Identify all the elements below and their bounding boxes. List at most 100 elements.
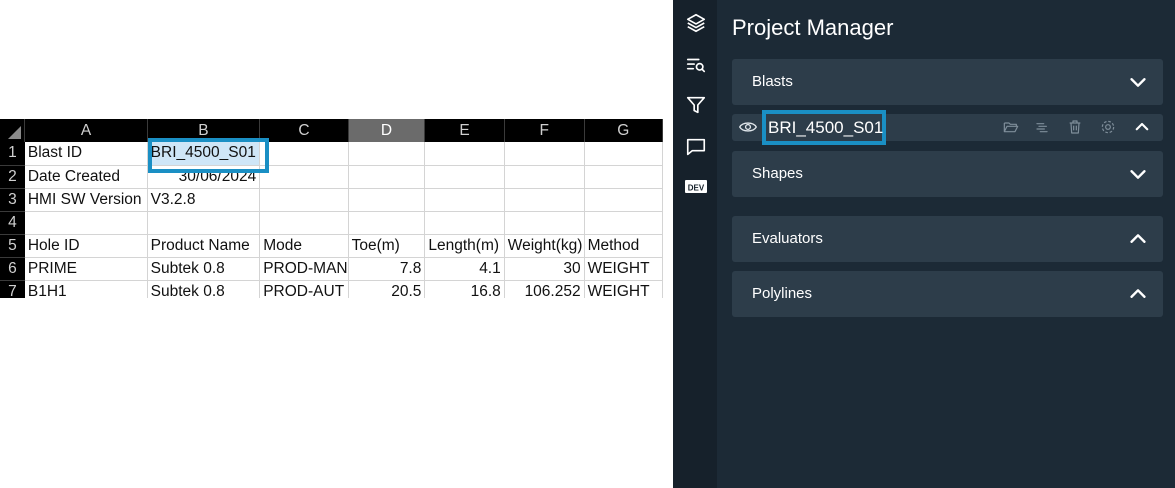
cell[interactable]: [584, 142, 663, 166]
cell[interactable]: 30: [504, 257, 585, 281]
page-title: Project Manager: [732, 15, 894, 40]
chevron-up-icon[interactable]: [1127, 283, 1149, 305]
cell[interactable]: [424, 188, 505, 212]
cell[interactable]: 16.8: [424, 280, 505, 298]
row-header[interactable]: 7: [0, 280, 25, 298]
column-header-a[interactable]: A: [24, 119, 148, 142]
column-header-f[interactable]: F: [504, 119, 585, 142]
cell[interactable]: 20.5: [348, 280, 426, 298]
dev-icon[interactable]: DEV: [684, 175, 708, 199]
row-header[interactable]: 1: [0, 142, 25, 166]
blast-name[interactable]: BRI_4500_S01: [762, 110, 886, 145]
folder-open-icon[interactable]: [1003, 119, 1019, 135]
column-header-c[interactable]: C: [259, 119, 349, 142]
cell[interactable]: [348, 211, 426, 235]
table-row: 1 Blast ID BRI_4500_S01: [0, 142, 663, 166]
cell[interactable]: Subtek 0.8: [147, 257, 261, 281]
cell[interactable]: HMI SW Version: [24, 188, 148, 212]
cell[interactable]: [348, 165, 426, 189]
column-header-d[interactable]: D: [348, 119, 426, 142]
cell[interactable]: [504, 211, 585, 235]
cell[interactable]: B1H1: [24, 280, 148, 298]
section-polylines[interactable]: Polylines: [732, 271, 1163, 317]
column-header-b[interactable]: B: [147, 119, 261, 142]
cell[interactable]: Mode: [259, 234, 349, 258]
cell[interactable]: Blast ID: [24, 142, 148, 166]
cell[interactable]: Subtek 0.8: [147, 280, 261, 298]
cell[interactable]: 7.8: [348, 257, 426, 281]
wind-icon[interactable]: [1035, 119, 1051, 135]
cell[interactable]: [259, 165, 349, 189]
spreadsheet-grid: A B C D E F G 1 Blast ID BRI_4500_S01 2 …: [0, 119, 663, 298]
table-row: 6 PRIME Subtek 0.8 PROD-MAN 7.8 4.1 30 W…: [0, 257, 663, 281]
blast-item-row[interactable]: BRI_4500_S01: [732, 110, 1163, 145]
section-label: Blasts: [752, 73, 793, 90]
cell[interactable]: Method: [584, 234, 663, 258]
row-header[interactable]: 2: [0, 165, 25, 189]
cell[interactable]: [259, 211, 349, 235]
section-evaluators[interactable]: Evaluators: [732, 216, 1163, 262]
cell[interactable]: [24, 211, 148, 235]
column-header-row: A B C D E F G: [0, 119, 663, 142]
cell[interactable]: 30/06/2024: [147, 165, 261, 189]
cell[interactable]: V3.2.8: [147, 188, 261, 212]
cell[interactable]: [259, 142, 349, 166]
cell[interactable]: [424, 142, 505, 166]
layers-icon[interactable]: [684, 11, 708, 35]
chevron-down-icon[interactable]: [1127, 163, 1149, 185]
row-header[interactable]: 6: [0, 257, 25, 281]
gear-icon[interactable]: [1100, 119, 1116, 135]
cell-selected[interactable]: BRI_4500_S01: [147, 142, 261, 166]
search-list-icon[interactable]: [684, 53, 708, 77]
table-row: 5 Hole ID Product Name Mode Toe(m) Lengt…: [0, 234, 663, 258]
comment-icon[interactable]: [684, 135, 708, 159]
cell[interactable]: Date Created: [24, 165, 148, 189]
trash-icon[interactable]: [1067, 119, 1083, 135]
table-row: 7 B1H1 Subtek 0.8 PROD-AUT 20.5 16.8 106…: [0, 280, 663, 298]
section-blasts[interactable]: Blasts: [732, 59, 1163, 105]
table-row: 4: [0, 211, 663, 235]
cell[interactable]: PROD-MAN: [259, 257, 349, 281]
table-row: 2 Date Created 30/06/2024: [0, 165, 663, 189]
section-shapes[interactable]: Shapes: [732, 151, 1163, 197]
cell[interactable]: [348, 188, 426, 212]
cell[interactable]: Product Name: [147, 234, 261, 258]
cell[interactable]: [424, 211, 505, 235]
chevron-up-icon[interactable]: [1127, 228, 1149, 250]
cell[interactable]: WEIGHT: [584, 257, 663, 281]
cell[interactable]: Toe(m): [348, 234, 426, 258]
cell[interactable]: PRIME: [24, 257, 148, 281]
cell[interactable]: [584, 165, 663, 189]
section-label: Shapes: [752, 165, 803, 182]
cell[interactable]: Length(m): [424, 234, 505, 258]
cell[interactable]: [424, 165, 505, 189]
select-all-corner[interactable]: [0, 119, 26, 142]
cell[interactable]: WEIGHT: [584, 280, 663, 298]
project-manager-panel: Project Manager Blasts BRI_4500_S01 Shap…: [717, 0, 1175, 488]
spreadsheet: A B C D E F G 1 Blast ID BRI_4500_S01 2 …: [0, 119, 663, 298]
chevron-up-icon[interactable]: [1133, 118, 1151, 136]
cell[interactable]: 4.1: [424, 257, 505, 281]
cell[interactable]: Weight(kg): [504, 234, 585, 258]
row-header[interactable]: 4: [0, 211, 25, 235]
project-manager-app: DEV Project Manager Blasts BRI_4500_S01: [673, 0, 1175, 488]
cell[interactable]: [348, 142, 426, 166]
filter-icon[interactable]: [684, 93, 708, 117]
section-label: Evaluators: [752, 230, 823, 247]
cell[interactable]: [504, 142, 585, 166]
cell[interactable]: PROD-AUT: [259, 280, 349, 298]
cell[interactable]: [584, 211, 663, 235]
column-header-g[interactable]: G: [584, 119, 663, 142]
cell[interactable]: [504, 165, 585, 189]
eye-icon[interactable]: [739, 119, 757, 135]
cell[interactable]: 106.252: [504, 280, 585, 298]
chevron-down-icon[interactable]: [1127, 71, 1149, 93]
column-header-e[interactable]: E: [424, 119, 505, 142]
row-header[interactable]: 5: [0, 234, 25, 258]
row-header[interactable]: 3: [0, 188, 25, 212]
cell[interactable]: Hole ID: [24, 234, 148, 258]
cell[interactable]: [504, 188, 585, 212]
cell[interactable]: [259, 188, 349, 212]
cell[interactable]: [584, 188, 663, 212]
cell[interactable]: [147, 211, 261, 235]
